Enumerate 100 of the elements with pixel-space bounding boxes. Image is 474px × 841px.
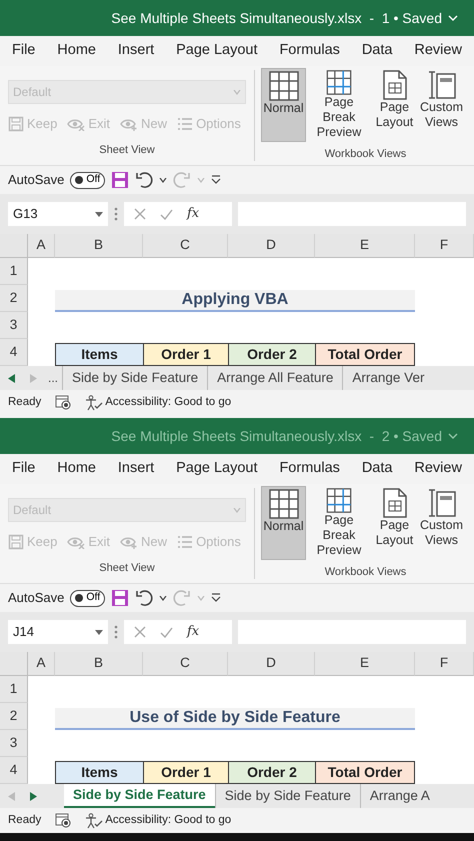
check-icon[interactable] [160, 208, 173, 220]
row-header[interactable]: 3 [0, 312, 28, 339]
row-header[interactable]: 4 [0, 757, 28, 784]
row-header[interactable]: 2 [0, 703, 28, 730]
status-text: Ready [8, 812, 42, 828]
ribbon-tab[interactable]: File [8, 38, 40, 64]
row-header[interactable]: 1 [0, 258, 28, 285]
ribbon-tab[interactable]: Formulas [275, 38, 344, 64]
customize-icon[interactable] [211, 593, 222, 603]
row-header[interactable]: 1 [0, 676, 28, 703]
status-text: Ready [8, 394, 42, 410]
right-arrow-icon[interactable] [30, 792, 36, 800]
column-header[interactable]: E [315, 234, 415, 258]
page-icon [382, 488, 406, 518]
page-icon [382, 70, 406, 100]
check-icon[interactable] [160, 626, 173, 638]
accessibility-icon[interactable] [85, 394, 104, 410]
table-header-cell: Order 1 [143, 761, 228, 784]
column-header[interactable]: C [143, 652, 228, 676]
eye-icon [120, 116, 138, 131]
column-header[interactable]: F [415, 652, 474, 676]
eye-icon [120, 534, 138, 549]
row-header[interactable]: 2 [0, 285, 28, 312]
save-icon [8, 534, 24, 550]
view-button[interactable]: Normal [261, 68, 306, 142]
column-header[interactable]: D [228, 652, 315, 676]
accessibility-status[interactable]: Accessibility: Good to go [105, 812, 232, 830]
caret-icon[interactable] [95, 630, 103, 634]
view-button[interactable]: Page Layout [372, 68, 417, 142]
caret-icon[interactable] [159, 178, 168, 182]
group-label: Sheet View [98, 142, 156, 158]
table-header-cell: Order 2 [228, 761, 315, 784]
window-title: See Multiple Sheets Simultaneously.xlsx - 2 • Saved [111, 426, 442, 446]
ribbon-tab[interactable]: Insert [114, 456, 158, 482]
caret-icon [233, 90, 241, 94]
autosave-toggle[interactable]: Off [70, 172, 106, 188]
group-label: Workbook Views [324, 564, 408, 580]
column-header[interactable]: B [55, 652, 143, 676]
column-header[interactable]: D [228, 234, 315, 258]
grid-icon [268, 489, 298, 519]
sheet-title: Applying VBA [55, 290, 415, 312]
ribbon-tab[interactable]: File [8, 456, 40, 482]
table-header-cell: Items [55, 761, 143, 784]
ribbon-tab[interactable]: Review [410, 38, 466, 64]
autosave-label: AutoSave [8, 171, 64, 190]
ribbon-tab[interactable]: Data [358, 456, 396, 482]
autosave-toggle[interactable]: Off [70, 590, 106, 606]
more-icon[interactable] [114, 206, 118, 222]
column-header[interactable]: F [415, 234, 474, 258]
list-icon [177, 534, 194, 549]
row-header[interactable]: 4 [0, 339, 28, 366]
ribbon-tab[interactable]: Home [53, 38, 100, 64]
column-header[interactable]: A [28, 234, 55, 258]
insert-function-button[interactable]: fx [187, 204, 200, 224]
ribbon-tab[interactable]: Insert [114, 38, 158, 64]
caret-icon [233, 508, 241, 512]
table-header-cell: Order 2 [228, 343, 315, 366]
column-header[interactable]: B [55, 234, 143, 258]
sheet-title: Use of Side by Side Feature [55, 708, 415, 730]
view-button[interactable]: Page Break Preview [308, 68, 370, 142]
accessibility-icon[interactable] [85, 812, 104, 828]
group-label: Workbook Views [324, 146, 408, 162]
customize-icon[interactable] [211, 175, 222, 185]
view-button[interactable]: Custom Views [419, 486, 464, 560]
column-header[interactable]: C [143, 234, 228, 258]
row-header[interactable]: 3 [0, 730, 28, 757]
save-icon[interactable] [111, 171, 130, 189]
record-macro-icon[interactable] [55, 813, 72, 828]
ribbon-tab[interactable]: Data [358, 38, 396, 64]
ribbon-tab[interactable]: Review [410, 456, 466, 482]
ribbon-tab[interactable]: Page Layout [172, 38, 262, 64]
undo-icon[interactable] [135, 589, 154, 607]
column-header[interactable]: A [28, 652, 55, 676]
ribbon-tab[interactable]: Page Layout [172, 456, 262, 482]
undo-icon[interactable] [135, 171, 154, 189]
view-button[interactable]: Page Break Preview [308, 486, 370, 560]
record-macro-icon[interactable] [55, 395, 72, 410]
table-header-cell: Total Order [315, 343, 415, 366]
view-button[interactable]: Normal [261, 486, 306, 560]
ribbon-tab[interactable]: Home [53, 456, 100, 482]
view-button[interactable]: Custom Views [419, 68, 464, 142]
caret-icon[interactable] [95, 212, 103, 216]
insert-function-button[interactable]: fx [187, 622, 200, 642]
column-header[interactable]: E [315, 652, 415, 676]
eye-icon [67, 534, 86, 549]
save-icon[interactable] [111, 589, 130, 607]
name-box[interactable]: G13 [8, 202, 108, 226]
sheet-tab[interactable]: Side by Side Feature [64, 784, 215, 808]
view-button[interactable]: Page Layout [372, 486, 417, 560]
more-icon[interactable] [114, 624, 118, 640]
table-header-cell: Order 1 [143, 343, 228, 366]
caret-icon[interactable] [159, 596, 168, 600]
save-icon [8, 116, 24, 132]
left-arrow-icon[interactable] [8, 374, 14, 382]
more-sheets-button[interactable]: ... [44, 369, 62, 387]
accessibility-status[interactable]: Accessibility: Good to go [105, 394, 232, 412]
ribbon-tab[interactable]: Formulas [275, 456, 344, 482]
table-header-cell: Total Order [315, 761, 415, 784]
chevron-down-icon[interactable] [448, 432, 458, 440]
name-box[interactable]: J14 [8, 620, 108, 644]
